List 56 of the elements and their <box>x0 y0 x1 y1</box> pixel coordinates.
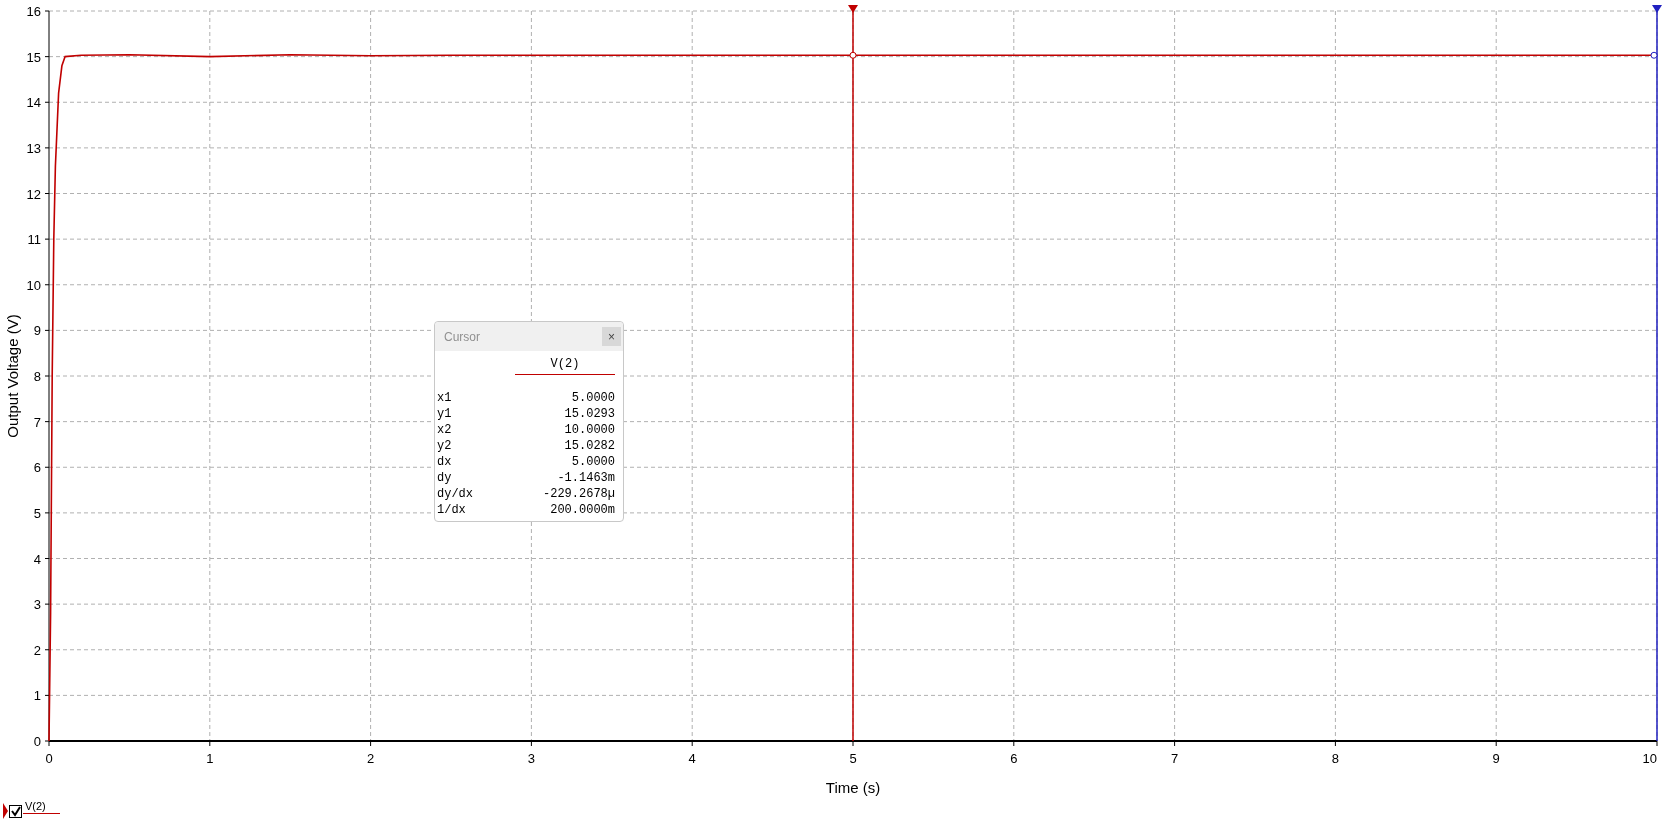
row-value: 5.0000 <box>570 390 615 406</box>
row-value: 10.0000 <box>563 422 615 438</box>
y-tick-label: 8 <box>33 369 41 384</box>
row-label: dx <box>437 454 453 470</box>
y-tick-label: 7 <box>33 414 41 430</box>
cursor-handle-icon[interactable] <box>1652 5 1662 13</box>
y-tick-label: 10 <box>26 277 41 293</box>
row-label: y1 <box>437 406 453 422</box>
x-tick-label: 1 <box>206 751 214 766</box>
y-tick-label: 6 <box>33 460 41 476</box>
cursor-handle-icon[interactable] <box>848 5 858 13</box>
panel-title: Cursor <box>444 329 480 344</box>
x-tick-label: 6 <box>1010 751 1018 766</box>
checkbox[interactable] <box>9 804 22 818</box>
row-value: 200.0000m <box>549 502 615 518</box>
x-tick-label: 10 <box>1642 751 1657 766</box>
row-value: 15.0293 <box>563 406 615 422</box>
y-tick-label: 15 <box>26 49 41 65</box>
x-tick-label: 8 <box>1331 751 1339 766</box>
y-tick-label: 2 <box>33 642 41 658</box>
x-tick-label: 4 <box>688 751 696 766</box>
y-tick-label: 11 <box>27 232 41 248</box>
row-label: 1/dx <box>437 502 467 518</box>
y-tick-label: 9 <box>33 323 41 339</box>
y-tick-label: 12 <box>26 186 41 202</box>
x-tick-label: 7 <box>1171 751 1179 766</box>
y-tick-label: 13 <box>26 140 41 156</box>
y-tick-label: 14 <box>26 95 41 111</box>
y-tick-label: 1 <box>33 688 41 704</box>
marker-icon <box>3 803 8 819</box>
x-tick-label: 2 <box>367 751 375 766</box>
y-tick-label: 3 <box>33 597 41 613</box>
row-value: -1.1463m <box>556 470 615 486</box>
y-tick-label: 5 <box>33 505 41 521</box>
row-value: 15.0282 <box>563 438 615 454</box>
y-tick-label: 16 <box>26 4 41 19</box>
row-label: x2 <box>437 422 453 438</box>
x-tick-label: 5 <box>849 751 857 766</box>
series-label: V(2) <box>23 800 60 814</box>
row-value: 5.0000 <box>570 454 615 470</box>
y-axis-label: Output Voltage (V) <box>4 314 21 438</box>
cursor-marker-icon[interactable] <box>849 51 857 59</box>
row-label: dy <box>437 470 453 486</box>
x-tick-label: 0 <box>45 751 53 766</box>
y-tick-label: 0 <box>33 734 41 749</box>
y-tick-label: 4 <box>33 551 41 567</box>
column-header: V(2) <box>515 357 615 375</box>
close-button[interactable]: × <box>602 327 621 346</box>
x-axis-label: Time (s) <box>825 779 881 796</box>
row-label: dy/dx <box>437 486 473 502</box>
x-tick-label: 9 <box>1492 751 1500 766</box>
cursor-marker-icon[interactable] <box>1650 51 1658 59</box>
row-value: -229.2678µ <box>542 486 615 502</box>
x-tick-label: 3 <box>527 751 535 766</box>
row-label: x1 <box>437 390 453 406</box>
row-label: y2 <box>437 438 453 454</box>
